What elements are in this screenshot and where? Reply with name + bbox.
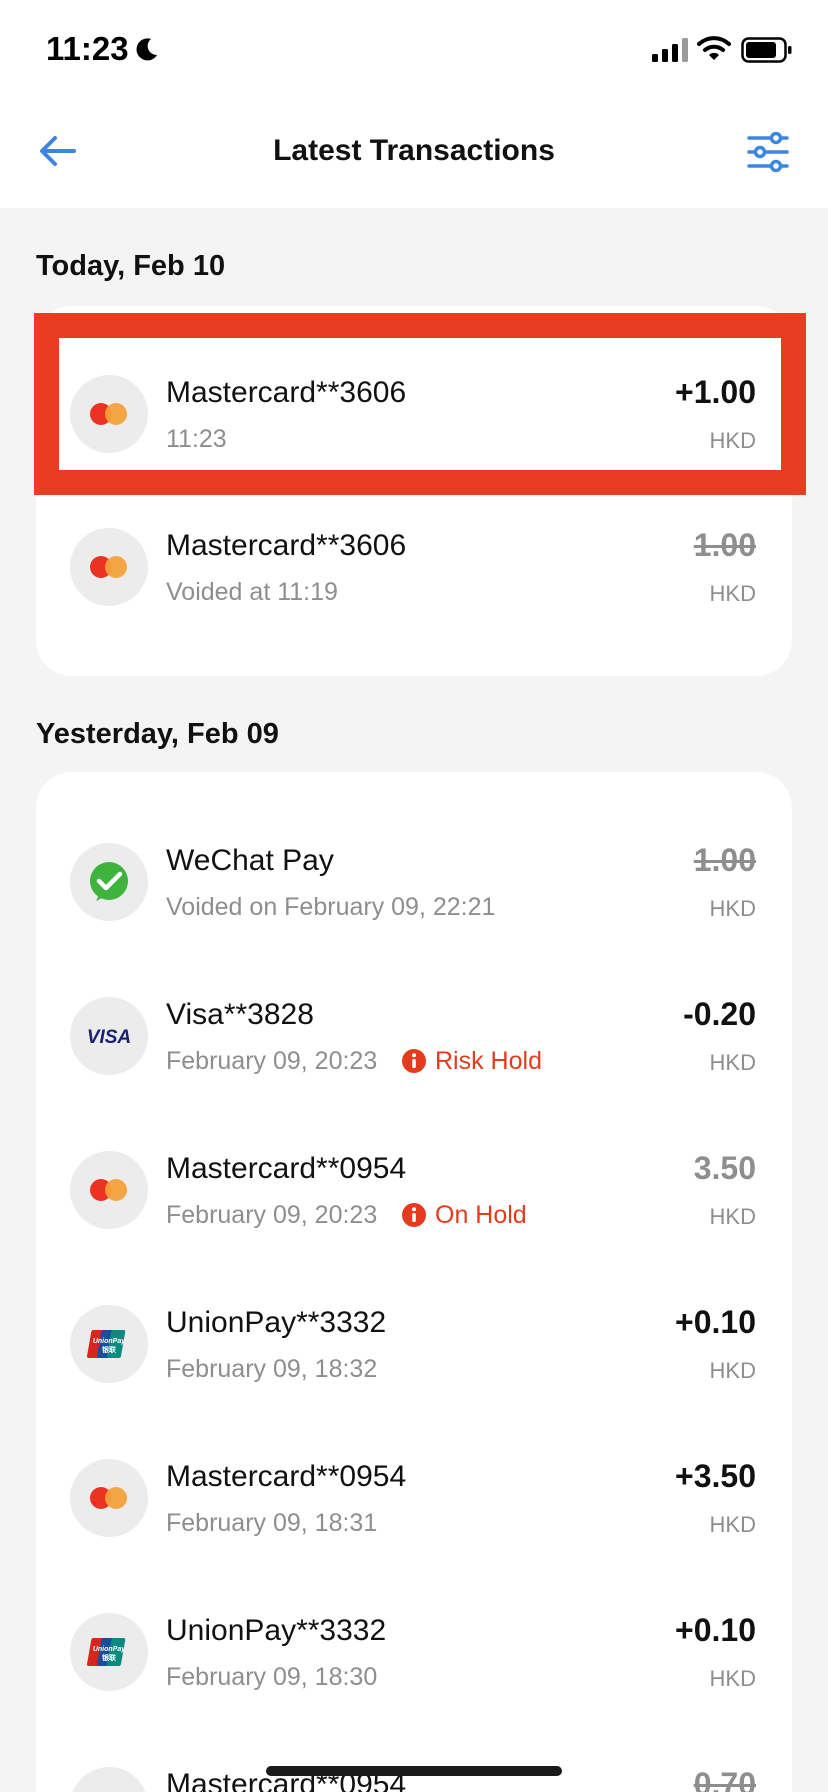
transaction-currency: HKD (709, 1512, 756, 1537)
battery-icon (741, 37, 792, 63)
transaction-amount: +1.00 (675, 374, 756, 410)
transaction-name: UnionPay**3332 (166, 1614, 387, 1647)
transactions-card-today: Mastercard**3606 11:23 +1.00 HKD Masterc… (36, 306, 792, 676)
transaction-amount: -0.20 (683, 996, 756, 1032)
transaction-row[interactable]: Mastercard**0954 0.70 (36, 1730, 792, 1792)
section-title-yesterday: Yesterday, Feb 09 (36, 718, 279, 750)
transaction-row[interactable]: Mastercard**0954 February 09, 18:31 +3.5… (36, 1422, 792, 1572)
transaction-time: February 09, 20:23 (166, 1047, 378, 1075)
cellular-signal-icon (652, 38, 688, 62)
top-bar: 11:23 Latest Transactions (0, 0, 828, 208)
moon-icon (136, 38, 157, 61)
transaction-name: Mastercard**3606 (166, 376, 407, 409)
transaction-row[interactable]: UnionPay 银联 UnionPay**3332 February 09, … (36, 1576, 792, 1726)
transaction-row[interactable]: UnionPay 银联 UnionPay**3332 February 09, … (36, 1268, 792, 1418)
wifi-icon (697, 36, 731, 60)
transaction-row[interactable]: VISA Visa**3828 February 09, 20:23 Risk … (36, 960, 792, 1110)
transaction-amount: 1.00 (693, 527, 756, 563)
unionpay-logo-chinese: 银联 (102, 1345, 117, 1354)
transaction-currency: HKD (709, 896, 756, 921)
visa-logo-text: VISA (87, 1027, 131, 1048)
transaction-currency: HKD (709, 581, 756, 606)
transaction-currency: HKD (709, 1358, 756, 1383)
status-on-hold: On Hold (435, 1201, 527, 1229)
transaction-time: February 09, 18:32 (166, 1355, 378, 1383)
transaction-name: WeChat Pay (166, 844, 334, 877)
transaction-currency: HKD (709, 1666, 756, 1691)
unionpay-logo: UnionPay 银联 (70, 1305, 148, 1383)
status-time: 11:23 (46, 30, 129, 67)
visa-logo: VISA (70, 997, 148, 1075)
unionpay-logo-chinese: 银联 (102, 1653, 117, 1662)
info-icon (402, 1049, 426, 1073)
transaction-amount: 0.70 (693, 1766, 756, 1792)
transaction-row[interactable]: WeChat Pay Voided on February 09, 22:21 … (36, 806, 792, 956)
transaction-row[interactable]: Mastercard**3606 11:23 +1.00 HKD (36, 338, 792, 488)
transaction-time: February 09, 18:31 (166, 1509, 378, 1537)
unionpay-logo: UnionPay 银联 (70, 1613, 148, 1691)
section-title-today: Today, Feb 10 (36, 250, 226, 282)
transaction-time: February 09, 18:30 (166, 1663, 378, 1691)
transaction-amount: +0.10 (675, 1304, 756, 1340)
mastercard-logo (70, 1151, 148, 1229)
transaction-amount: +3.50 (675, 1458, 756, 1494)
transaction-amount: +0.10 (675, 1612, 756, 1648)
transaction-currency: HKD (709, 428, 756, 453)
status-risk-hold: Risk Hold (435, 1047, 542, 1075)
transaction-name: Mastercard**0954 (166, 1152, 407, 1185)
transaction-currency: HKD (709, 1204, 756, 1229)
wechat-pay-logo (70, 843, 148, 921)
transaction-time: Voided on February 09, 22:21 (166, 893, 496, 921)
page-title: Latest Transactions (273, 134, 555, 167)
transaction-time: 11:23 (166, 425, 227, 453)
transaction-time: February 09, 20:23 (166, 1201, 378, 1229)
unionpay-logo-text: UnionPay (93, 1646, 126, 1653)
transaction-name: UnionPay**3332 (166, 1306, 387, 1339)
home-indicator[interactable] (266, 1766, 562, 1776)
transaction-time: Voided at 11:19 (166, 578, 338, 606)
mastercard-logo (70, 1459, 148, 1537)
transaction-name: Mastercard**3606 (166, 529, 407, 562)
transaction-currency: HKD (709, 1050, 756, 1075)
mastercard-logo (70, 528, 148, 606)
unionpay-logo-text: UnionPay (93, 1338, 126, 1345)
transaction-row[interactable]: Mastercard**0954 February 09, 20:23 On H… (36, 1114, 792, 1264)
mastercard-logo (70, 1767, 148, 1792)
transaction-row[interactable]: Mastercard**3606 Voided at 11:19 1.00 HK… (36, 491, 792, 641)
info-icon (402, 1203, 426, 1227)
transaction-amount: 3.50 (693, 1150, 756, 1186)
mastercard-logo (70, 375, 148, 453)
transactions-card-yesterday: WeChat Pay Voided on February 09, 22:21 … (36, 772, 792, 1792)
transaction-name: Mastercard**0954 (166, 1460, 407, 1493)
filter-settings-icon[interactable] (746, 132, 790, 172)
transaction-name: Visa**3828 (166, 998, 314, 1031)
transaction-amount: 1.00 (693, 842, 756, 878)
